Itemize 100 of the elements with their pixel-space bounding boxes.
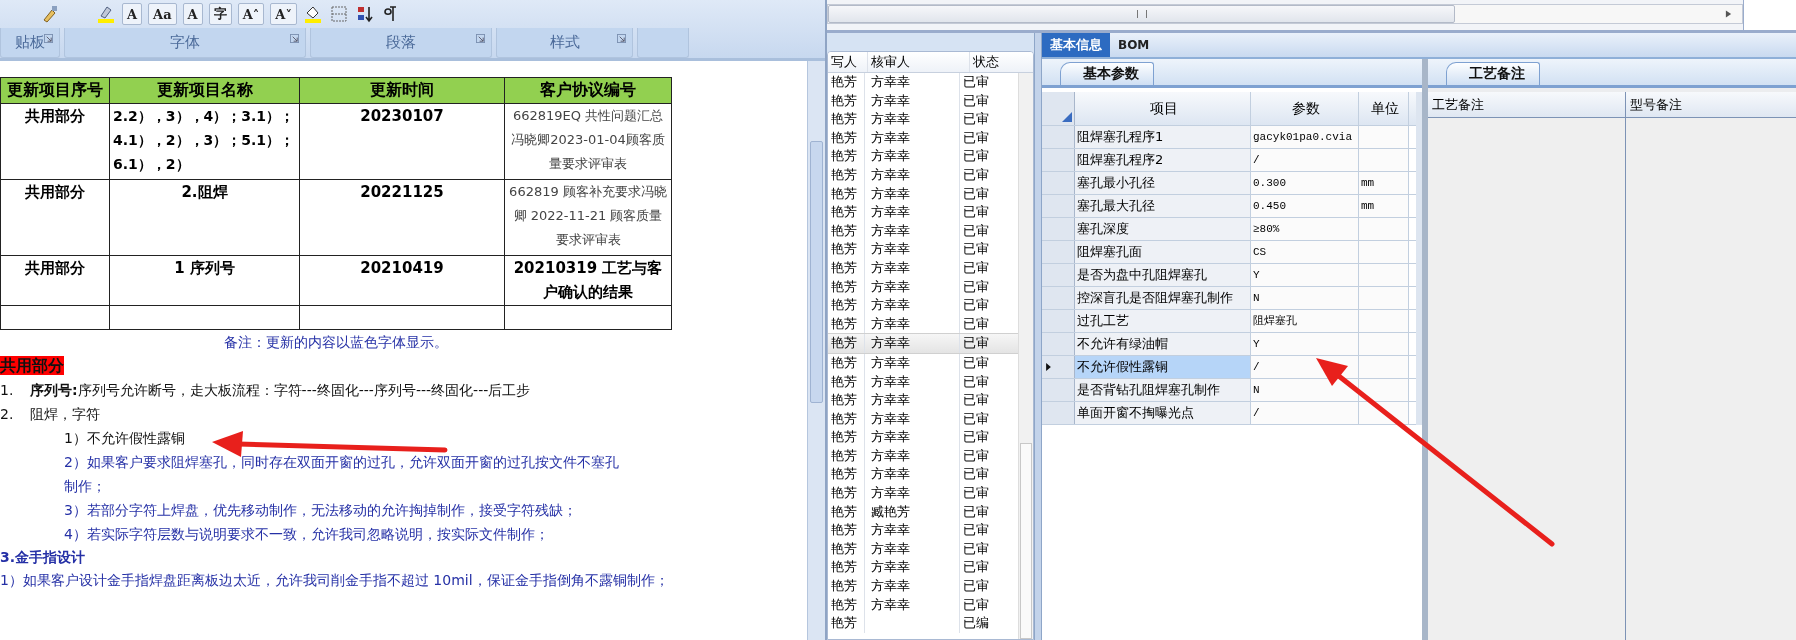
list-row[interactable]: 艳芳 方幸幸 已审: [828, 446, 1018, 466]
list-row[interactable]: 艳芳 方幸幸 已审: [828, 184, 1018, 204]
format-button[interactable]: A˅: [270, 3, 297, 25]
grid-cell[interactable]: /: [1251, 402, 1359, 424]
grid-cell[interactable]: 塞孔最小孔径: [1075, 172, 1251, 194]
list-row[interactable]: 艳芳 方幸幸 已审: [828, 595, 1018, 615]
horizontal-scrollbar[interactable]: [827, 4, 1743, 24]
dialog-launcher-icon[interactable]: [44, 34, 53, 43]
grid-cell[interactable]: 不允许有绿油帽: [1075, 333, 1251, 355]
grid-cell[interactable]: 塞孔最大孔径: [1075, 195, 1251, 217]
list-row[interactable]: 艳芳 已编: [828, 614, 1018, 633]
grid-cell[interactable]: 塞孔深度: [1075, 218, 1251, 240]
format-button[interactable]: A: [122, 3, 143, 25]
dialog-launcher-icon[interactable]: [290, 34, 299, 43]
row-header[interactable]: [1042, 356, 1075, 378]
grid-cell[interactable]: 不允许假性露铜: [1075, 356, 1251, 378]
grid-cell[interactable]: /: [1251, 149, 1359, 171]
list-row[interactable]: 艳芳 方幸幸 已审: [828, 353, 1018, 373]
list-row[interactable]: 艳芳 方幸幸 已审: [828, 203, 1018, 222]
list-row[interactable]: 艳芳 方幸幸 已审: [828, 521, 1018, 540]
column-header[interactable]: 参数: [1251, 92, 1359, 125]
list-row[interactable]: 艳芳 方幸幸 已审: [828, 465, 1018, 485]
column-header[interactable]: 工艺备注: [1428, 92, 1626, 117]
grid-cell[interactable]: [1359, 241, 1409, 263]
grid-cell[interactable]: 阻焊塞孔面: [1075, 241, 1251, 263]
dialog-launcher-icon[interactable]: [476, 34, 485, 43]
borders-icon[interactable]: [328, 4, 349, 24]
grid-cell[interactable]: 0.450: [1251, 195, 1359, 217]
format-button[interactable]: A˄: [237, 3, 265, 25]
grid-cell[interactable]: 是否背钻孔阻焊塞孔制作: [1075, 379, 1251, 401]
grid-cell[interactable]: 控深盲孔是否阻焊塞孔制作: [1075, 287, 1251, 309]
grid-cell[interactable]: N: [1251, 379, 1359, 401]
list-row[interactable]: 艳芳 方幸幸 已审: [828, 110, 1018, 129]
column-header[interactable]: 单位: [1359, 92, 1409, 125]
list-row[interactable]: 艳芳 方幸幸 已审: [828, 240, 1018, 259]
tab[interactable]: BOM: [1110, 33, 1158, 57]
vertical-scrollbar[interactable]: [807, 61, 825, 640]
column-header[interactable]: 型号备注: [1626, 92, 1796, 117]
list-row[interactable]: 艳芳 方幸幸 已审: [828, 73, 1018, 92]
vertical-scrollbar[interactable]: [1018, 73, 1033, 639]
grid-cell[interactable]: 0.300: [1251, 172, 1359, 194]
grid-cell[interactable]: N: [1251, 287, 1359, 309]
grid-cell[interactable]: [1359, 333, 1409, 355]
list-row[interactable]: 艳芳 方幸幸 已审: [828, 409, 1018, 429]
grid-cell[interactable]: Y: [1251, 333, 1359, 355]
highlighter-icon[interactable]: [96, 4, 116, 24]
section-heading: 共用部分: [0, 356, 64, 375]
list-row[interactable]: 艳芳 方幸幸 已审: [828, 277, 1018, 297]
tab[interactable]: 基本参数: [1060, 62, 1154, 85]
format-button[interactable]: 字: [208, 3, 232, 25]
grid-cell[interactable]: 阻焊塞孔程序2: [1075, 149, 1251, 171]
list-row[interactable]: 艳芳 方幸幸 已审: [828, 258, 1018, 278]
grid-cell[interactable]: 过孔工艺: [1075, 310, 1251, 332]
grid-cell[interactable]: 是否为盘中孔阻焊塞孔: [1075, 264, 1251, 286]
grid-cell[interactable]: ≥80%: [1251, 218, 1359, 240]
list-row[interactable]: 艳芳 臧艳芳 已审: [828, 502, 1018, 522]
list-row[interactable]: 艳芳 方幸幸 已审: [828, 372, 1018, 392]
list-row[interactable]: 艳芳 方幸幸 已审: [828, 147, 1018, 166]
grid-cell[interactable]: 单面开窗不掏曝光点: [1075, 402, 1251, 424]
column-header[interactable]: 核审人: [867, 52, 971, 72]
list-row[interactable]: 艳芳 方幸幸 已审: [828, 391, 1018, 410]
table-cell: 20221125: [299, 179, 505, 256]
grid-cell[interactable]: mm: [1359, 172, 1409, 194]
tab[interactable]: 基本信息: [1042, 33, 1110, 57]
grid-cell[interactable]: gacyk01pa0.cvia: [1251, 126, 1359, 148]
grid-cell[interactable]: [1359, 356, 1409, 378]
grid-cell[interactable]: Y: [1251, 264, 1359, 286]
grid-cell[interactable]: CS: [1251, 241, 1359, 263]
list-row[interactable]: 艳芳 方幸幸 已审: [828, 484, 1018, 503]
right-arrow-icon[interactable]: [1725, 9, 1732, 19]
column-header[interactable]: 项目: [1075, 92, 1251, 125]
list-row[interactable]: 艳芳 方幸幸 已审: [828, 296, 1018, 315]
shading-icon[interactable]: [302, 4, 323, 24]
grid-cell[interactable]: [1359, 379, 1409, 401]
grid-cell[interactable]: [1359, 310, 1409, 332]
list-row[interactable]: 艳芳 方幸幸 已审: [828, 539, 1018, 559]
list-row[interactable]: 艳芳 方幸幸 已审: [828, 558, 1018, 578]
grid-cell[interactable]: [1359, 149, 1409, 171]
format-button[interactable]: Aa: [148, 3, 177, 25]
ribbon-group-label: 样式: [549, 33, 580, 52]
list-row[interactable]: 艳芳 方幸幸 已审: [828, 221, 1018, 241]
grid-cell[interactable]: [1359, 287, 1409, 309]
column-header[interactable]: 状态: [970, 52, 1033, 72]
list-row[interactable]: 艳芳 方幸幸 已审: [828, 333, 1018, 354]
grid-cell[interactable]: [1359, 126, 1409, 148]
column-header[interactable]: 写人: [828, 52, 868, 72]
list-row[interactable]: 艳芳 方幸幸 已审: [828, 91, 1018, 111]
grid-cell[interactable]: [1359, 264, 1409, 286]
grid-cell[interactable]: 阻焊塞孔程序1: [1075, 126, 1251, 148]
list-row[interactable]: 艳芳 方幸幸 已审: [828, 577, 1018, 596]
list-row[interactable]: 艳芳 方幸幸 已审: [828, 128, 1018, 148]
grid-cell[interactable]: 阻焊塞孔: [1251, 310, 1359, 332]
list-row[interactable]: 艳芳 方幸幸 已审: [828, 165, 1018, 185]
tab[interactable]: 工艺备注: [1446, 62, 1540, 85]
splitter-handle[interactable]: [1034, 33, 1042, 640]
grid-cell[interactable]: [1359, 218, 1409, 240]
list-row[interactable]: 艳芳 方幸幸 已审: [828, 428, 1018, 447]
dialog-launcher-icon[interactable]: [617, 34, 626, 43]
grid-cell[interactable]: mm: [1359, 195, 1409, 217]
format-button[interactable]: A: [182, 3, 203, 25]
